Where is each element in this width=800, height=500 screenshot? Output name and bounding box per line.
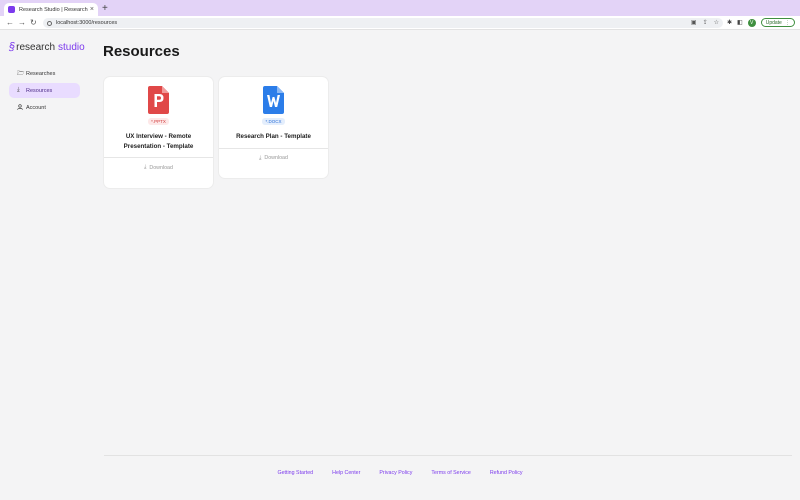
resource-title: UX Interview - Remote Presentation - Tem… (123, 133, 194, 150)
app-favicon-icon (8, 6, 15, 13)
reload-icon[interactable]: ↻ (30, 17, 37, 29)
folder-icon: 🗁 (17, 70, 25, 77)
download-icon: ⤓ (144, 164, 147, 170)
footer-link-help-center[interactable]: Help Center (332, 470, 360, 476)
download-icon: ⤓ (17, 87, 20, 93)
bookmark-star-icon[interactable]: ☆ (714, 19, 719, 27)
sidebar-item-label: Researches (26, 70, 56, 77)
footer-link-refund-policy[interactable]: Refund Policy (490, 470, 523, 476)
brand-logo[interactable]: § research studio (9, 41, 85, 53)
sidebar-item-account[interactable]: Account (9, 100, 80, 115)
share-icon[interactable]: ⇪ (703, 19, 708, 27)
back-icon[interactable]: ← (6, 17, 14, 29)
forward-icon[interactable]: → (18, 17, 26, 29)
update-button[interactable]: Update ⋮ (760, 18, 795, 27)
footer-link-getting-started[interactable]: Getting Started (277, 470, 313, 476)
docx-file-icon (263, 86, 284, 114)
extensions-icon[interactable]: ✱ (727, 19, 732, 26)
file-type-badge: *.DOCX (262, 118, 285, 125)
browser-tabstrip: Research Studio | Research R... × + (0, 0, 800, 16)
browser-toolbar: ← → ↻ localhost:3000/resources ▣ ⇪ ☆ ✱ ◧… (0, 16, 800, 30)
tab-title: Research Studio | Research R... (19, 6, 88, 13)
download-label: Download (264, 155, 288, 161)
resource-card: *.PPTX UX Interview - Remote Presentatio… (104, 77, 213, 188)
new-tab-icon[interactable]: + (102, 3, 108, 14)
sidebar-item-researches[interactable]: 🗁 Researches (9, 66, 80, 81)
side-panel-icon[interactable]: ◧ (737, 19, 743, 26)
download-button[interactable]: ⤓ Download (104, 158, 213, 177)
address-url: localhost:3000/resources (56, 20, 118, 26)
resource-title: Research Plan - Template (236, 133, 311, 140)
kebab-menu-icon: ⋮ (784, 19, 790, 26)
download-icon: ⤓ (259, 154, 262, 161)
pptx-file-icon (148, 86, 169, 114)
logo-word-studio: studio (58, 41, 85, 53)
site-info-icon[interactable] (47, 20, 52, 26)
sidebar-item-label: Account (26, 104, 46, 111)
browser-tab[interactable]: Research Studio | Research R... × (4, 3, 98, 16)
close-tab-icon[interactable]: × (90, 6, 94, 13)
update-label: Update (765, 19, 782, 26)
download-label: Download (149, 164, 173, 171)
logo-word-research: research (16, 41, 56, 53)
install-icon[interactable]: ▣ (691, 19, 697, 27)
sidebar-item-label: Resources (26, 87, 53, 94)
profile-avatar-icon[interactable]: V (747, 18, 756, 27)
sidebar-item-resources[interactable]: ⤓ Resources (9, 83, 80, 98)
footer-link-privacy-policy[interactable]: Privacy Policy (379, 470, 412, 476)
page-title: Resources (103, 43, 180, 60)
user-icon (17, 103, 26, 112)
logo-mark-icon: § (9, 41, 16, 53)
footer-divider (104, 455, 792, 456)
footer-links: Getting Started Help Center Privacy Poli… (0, 470, 800, 476)
sidebar-nav: 🗁 Researches ⤓ Resources Account (9, 66, 80, 117)
address-bar[interactable]: localhost:3000/resources ▣ ⇪ ☆ (43, 18, 723, 28)
footer-link-terms-of-service[interactable]: Terms of Service (431, 470, 470, 476)
resource-card: *.DOCX Research Plan - Template ⤓ Downlo… (219, 77, 328, 178)
download-button[interactable]: ⤓ Download (219, 149, 328, 168)
file-type-badge: *.PPTX (148, 118, 169, 125)
